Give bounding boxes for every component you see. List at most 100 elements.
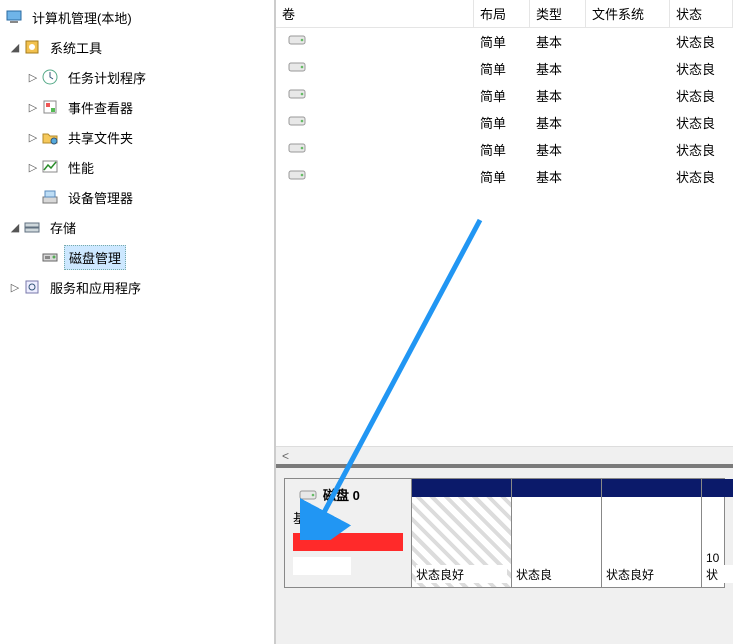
partition-header <box>412 479 511 497</box>
cell-layout: 简单 <box>474 140 530 159</box>
cell-layout: 简单 <box>474 59 530 78</box>
scroll-left-icon[interactable]: < <box>282 449 289 463</box>
partition[interactable]: 状态良好 <box>412 479 512 587</box>
expand-icon[interactable]: ▷ <box>26 71 40 84</box>
volume-row[interactable]: 简单基本 状态良 <box>276 82 733 109</box>
partition[interactable]: 状态良好 <box>602 479 702 587</box>
disk-management-icon <box>40 247 60 267</box>
volume-icon <box>288 60 306 74</box>
cell-status: 状态良 <box>670 140 733 159</box>
partition-header <box>702 479 733 497</box>
volume-icon <box>288 114 306 128</box>
tree-item-label: 任务计划程序 <box>64 66 150 89</box>
partition-status: 状态良好 <box>416 565 507 583</box>
tree-item-services-apps[interactable]: ▷ 服务和应用程序 <box>0 272 274 302</box>
column-header-volume[interactable]: 卷 <box>276 0 474 27</box>
tree-item-system-tools[interactable]: ◢ 系统工具 <box>0 32 274 62</box>
performance-icon <box>40 157 60 177</box>
storage-icon <box>22 217 42 237</box>
expand-icon[interactable]: ▷ <box>26 101 40 114</box>
volume-icon <box>288 141 306 155</box>
volume-row[interactable]: 简单基本 状态良 <box>276 28 733 55</box>
cell-type: 基本 <box>530 167 586 186</box>
expand-icon[interactable]: ▷ <box>26 161 40 174</box>
disk-info-panel[interactable]: 磁盘 0 基本 <box>285 479 412 587</box>
event-viewer-icon <box>40 97 60 117</box>
expand-icon[interactable]: ▷ <box>8 281 22 294</box>
cell-layout: 简单 <box>474 113 530 132</box>
cell-status: 状态良 <box>670 86 733 105</box>
cell-status: 状态良 <box>670 32 733 51</box>
cell-layout: 简单 <box>474 167 530 186</box>
tree-item-storage[interactable]: ◢ 存储 <box>0 212 274 242</box>
partition[interactable]: 状态良 <box>512 479 602 587</box>
tools-icon <box>22 37 42 57</box>
tree-item-label: 系统工具 <box>46 36 106 59</box>
tree-item-device-manager[interactable]: 设备管理器 <box>0 182 274 212</box>
device-manager-icon <box>40 187 60 207</box>
content-panel: 卷 布局 类型 文件系统 状态 简单基本状态良简单基本状态良简单基本状态良简单基… <box>276 0 733 644</box>
tree-item-performance[interactable]: ▷ 性能 <box>0 152 274 182</box>
tree-item-event-viewer[interactable]: ▷ 事件查看器 <box>0 92 274 122</box>
partition[interactable]: W10状 <box>702 479 733 587</box>
expand-icon[interactable]: ▷ <box>26 131 40 144</box>
tree-item-label: 事件查看器 <box>64 96 137 119</box>
tree-item-label: 服务和应用程序 <box>46 276 145 299</box>
navigation-tree[interactable]: 计算机管理(本地) ◢ 系统工具 ▷ 任务计划程序 ▷ 事件查看器 ▷ <box>0 0 276 644</box>
tree-item-label: 设备管理器 <box>64 186 137 209</box>
disk-row[interactable]: 磁盘 0 基本 状态良好状态良状态良好W10状 <box>284 478 725 588</box>
column-header-status[interactable]: 状态 <box>670 0 733 27</box>
cell-status: 状态良 <box>670 59 733 78</box>
volume-list[interactable]: 卷 布局 类型 文件系统 状态 简单基本状态良简单基本状态良简单基本状态良简单基… <box>276 0 733 446</box>
partition-status: 状态良 <box>516 565 597 583</box>
cell-type: 基本 <box>530 32 586 51</box>
redacted-block <box>293 533 403 551</box>
volume-icon <box>288 33 306 47</box>
cell-type: 基本 <box>530 86 586 105</box>
computer-icon <box>4 7 24 27</box>
blank-block <box>293 557 351 575</box>
tree-item-label: 磁盘管理 <box>64 245 126 270</box>
cell-layout: 简单 <box>474 32 530 51</box>
partition-header <box>602 479 701 497</box>
cell-layout: 简单 <box>474 86 530 105</box>
cell-status: 状态良 <box>670 167 733 186</box>
partition-header <box>512 479 601 497</box>
tree-item-label: 共享文件夹 <box>64 126 137 149</box>
cell-type: 基本 <box>530 140 586 159</box>
tree-item-disk-management[interactable]: 磁盘管理 <box>0 242 274 272</box>
volume-list-body[interactable]: 简单基本状态良简单基本状态良简单基本状态良简单基本状态良简单基本状态良简单基本状… <box>276 28 733 190</box>
volume-icon <box>288 87 306 101</box>
volume-row[interactable]: 简单基本 状态良 <box>276 136 733 163</box>
collapse-icon[interactable]: ◢ <box>8 41 22 54</box>
partition-status: 状态良好 <box>606 565 697 583</box>
partitions-container[interactable]: 状态良好状态良状态良好 W10状 <box>412 479 733 587</box>
volume-row[interactable]: 简单基本 状态良 <box>276 109 733 136</box>
disk-graphical-view[interactable]: 磁盘 0 基本 状态良好状态良状态良好 W10状 <box>276 464 733 644</box>
clock-icon <box>40 67 60 87</box>
disk-icon <box>299 488 317 502</box>
volume-row[interactable]: 简单基本 状态良 <box>276 55 733 82</box>
volume-list-header[interactable]: 卷 布局 类型 文件系统 状态 <box>276 0 733 28</box>
shared-folder-icon <box>40 127 60 147</box>
tree-item-label: 存储 <box>46 216 80 239</box>
column-header-filesystem[interactable]: 文件系统 <box>586 0 670 27</box>
tree-item-label: 性能 <box>64 156 98 179</box>
collapse-icon[interactable]: ◢ <box>8 221 22 234</box>
cell-type: 基本 <box>530 59 586 78</box>
cell-status: 状态良 <box>670 113 733 132</box>
column-header-type[interactable]: 类型 <box>530 0 586 27</box>
services-icon <box>22 277 42 297</box>
tree-item-task-scheduler[interactable]: ▷ 任务计划程序 <box>0 62 274 92</box>
cell-type: 基本 <box>530 113 586 132</box>
disk-name: 磁盘 0 <box>323 485 360 504</box>
tree-item-label: 计算机管理(本地) <box>28 6 136 29</box>
tree-item-root[interactable]: 计算机管理(本地) <box>0 2 274 32</box>
volume-row[interactable]: 简单基本 状态良 <box>276 163 733 190</box>
volume-icon <box>288 168 306 182</box>
disk-type: 基本 <box>293 508 403 527</box>
partition-status: 状 <box>706 565 733 583</box>
column-header-layout[interactable]: 布局 <box>474 0 530 27</box>
tree-item-shared-folders[interactable]: ▷ 共享文件夹 <box>0 122 274 152</box>
horizontal-scrollbar[interactable]: < <box>276 446 733 464</box>
